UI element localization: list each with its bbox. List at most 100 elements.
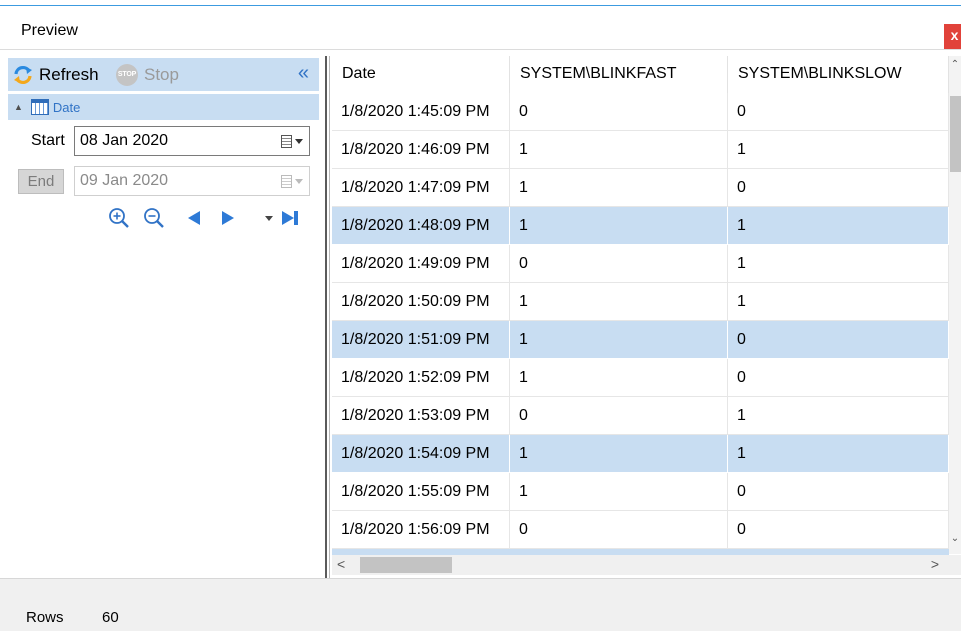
table-row[interactable]: 1/8/2020 1:54:09 PM 1 1 [332, 435, 949, 473]
table-row[interactable]: 1/8/2020 1:52:09 PM 1 0 [332, 359, 949, 397]
blinkslow-cell[interactable]: 0 [728, 511, 949, 548]
table-row[interactable]: 1/8/2020 1:48:09 PM 1 1 [332, 207, 949, 245]
date-cell[interactable]: 1/8/2020 1:47:09 PM [332, 169, 510, 206]
horizontal-scroll-thumb[interactable] [360, 557, 452, 573]
scrollbar-corner [949, 555, 961, 575]
date-cell[interactable]: 1/8/2020 1:55:09 PM [332, 473, 510, 510]
column-header-blinkfast[interactable]: SYSTEM\BLINKFAST [510, 56, 728, 93]
blinkfast-cell[interactable]: 1 [510, 169, 728, 206]
stop-label: Stop [144, 64, 179, 84]
vertical-scroll-thumb[interactable] [950, 96, 961, 172]
date-cell[interactable]: 1/8/2020 1:52:09 PM [332, 359, 510, 396]
rows-label: Rows [26, 609, 64, 626]
zoom-out-icon[interactable] [142, 206, 166, 230]
start-label: Start [31, 132, 65, 149]
blinkslow-cell[interactable]: 1 [728, 207, 949, 244]
status-bar: Rows 60 [0, 578, 961, 631]
blinkslow-cell[interactable]: 0 [728, 473, 949, 510]
start-date-picker[interactable]: 08 Jan 2020 [74, 126, 310, 156]
calendar-icon [30, 99, 49, 115]
date-filter-group[interactable]: ▲ Date [8, 94, 319, 120]
end-date-row: End 09 Jan 2020 [18, 166, 310, 196]
start-date-value: 08 Jan 2020 [80, 132, 169, 149]
table-row[interactable]: 1/8/2020 1:47:09 PM 1 0 [332, 169, 949, 207]
blinkslow-cell[interactable]: 1 [728, 397, 949, 434]
window-title: Preview [21, 22, 78, 39]
date-cell[interactable]: 1/8/2020 1:46:09 PM [332, 131, 510, 168]
refresh-button[interactable]: Refresh [12, 58, 99, 91]
table-row[interactable]: 1/8/2020 1:55:09 PM 1 0 [332, 473, 949, 511]
column-header-blinkslow[interactable]: SYSTEM\BLINKSLOW [728, 56, 949, 93]
start-calendar-dropdown[interactable] [281, 133, 303, 149]
end-toggle-button[interactable]: End [18, 168, 64, 194]
collapse-panel-button[interactable]: « [298, 62, 309, 85]
chevron-down-icon[interactable] [264, 213, 274, 223]
previous-icon[interactable] [185, 209, 203, 227]
rows-count: 60 [102, 609, 119, 626]
blinkslow-cell[interactable]: 0 [728, 93, 949, 130]
blinkfast-cell[interactable]: 1 [510, 321, 728, 358]
table-row[interactable]: 1/8/2020 1:46:09 PM 1 1 [332, 131, 949, 169]
close-button[interactable]: x [944, 24, 961, 49]
blinkfast-cell[interactable]: 1 [510, 359, 728, 396]
date-cell[interactable]: 1/8/2020 1:53:09 PM [332, 397, 510, 434]
date-cell[interactable]: 1/8/2020 1:54:09 PM [332, 435, 510, 472]
end-calendar-dropdown[interactable] [281, 173, 303, 189]
blinkfast-cell[interactable]: 1 [510, 207, 728, 244]
date-cell[interactable]: 1/8/2020 1:56:09 PM [332, 511, 510, 548]
end-date-picker[interactable]: 09 Jan 2020 [74, 166, 310, 196]
blinkfast-cell[interactable]: 0 [510, 511, 728, 548]
blinkslow-cell[interactable]: 1 [728, 435, 949, 472]
start-date-row: Start 08 Jan 2020 [18, 126, 310, 156]
calendar-dropdown-icon [281, 134, 292, 148]
zoom-in-icon[interactable] [107, 206, 131, 230]
date-cell[interactable]: 1/8/2020 1:51:09 PM [332, 321, 510, 358]
blinkfast-cell[interactable]: 1 [510, 283, 728, 320]
date-cell[interactable]: 1/8/2020 1:49:09 PM [332, 245, 510, 282]
stop-icon: STOP [116, 63, 138, 86]
blinkfast-cell[interactable]: 1 [510, 131, 728, 168]
table-row[interactable]: 1/8/2020 1:45:09 PM 0 0 [332, 93, 949, 131]
date-cell[interactable]: 1/8/2020 1:48:09 PM [332, 207, 510, 244]
chevron-down-icon [295, 178, 303, 184]
column-header-date[interactable]: Date [332, 56, 510, 93]
grid-header: Date SYSTEM\BLINKFAST SYSTEM\BLINKSLOW [332, 56, 949, 93]
collapse-triangle-icon[interactable]: ▲ [14, 102, 23, 112]
vertical-scrollbar[interactable]: ⌃ ⌄ [949, 56, 961, 554]
table-row[interactable]: 1/8/2020 1:50:09 PM 1 1 [332, 283, 949, 321]
calendar-dropdown-icon [281, 174, 292, 188]
scroll-right-icon[interactable]: > [931, 556, 939, 572]
blinkslow-cell[interactable]: 0 [728, 169, 949, 206]
blinkslow-cell[interactable]: 1 [728, 131, 949, 168]
date-cell[interactable]: 1/8/2020 1:50:09 PM [332, 283, 510, 320]
panel-splitter[interactable] [325, 56, 330, 578]
table-row[interactable]: 1/8/2020 1:51:09 PM 1 0 [332, 321, 949, 359]
grid-body: 1/8/2020 1:45:09 PM 0 0 1/8/2020 1:46:09 PM… [332, 93, 949, 557]
blinkfast-cell[interactable]: 0 [510, 93, 728, 130]
scroll-down-icon[interactable]: ⌄ [949, 534, 961, 544]
blinkfast-cell[interactable]: 1 [510, 473, 728, 510]
blinkfast-cell[interactable]: 0 [510, 397, 728, 434]
table-row[interactable]: 1/8/2020 1:56:09 PM 0 0 [332, 511, 949, 549]
blinkfast-cell[interactable]: 1 [510, 435, 728, 472]
table-row[interactable]: 1/8/2020 1:49:09 PM 0 1 [332, 245, 949, 283]
title-bar: Preview [0, 6, 961, 50]
refresh-label: Refresh [39, 64, 99, 84]
scroll-up-icon[interactable]: ⌃ [949, 60, 961, 70]
blinkslow-cell[interactable]: 1 [728, 283, 949, 320]
blinkslow-cell[interactable]: 1 [728, 245, 949, 282]
blinkslow-cell[interactable]: 0 [728, 359, 949, 396]
next-icon[interactable] [219, 209, 237, 227]
toolbar: Refresh STOP Stop « [8, 58, 319, 91]
skip-to-end-icon[interactable] [279, 209, 301, 227]
date-cell[interactable]: 1/8/2020 1:45:09 PM [332, 93, 510, 130]
blinkslow-cell[interactable]: 0 [728, 321, 949, 358]
horizontal-scrollbar[interactable]: < > [332, 555, 949, 575]
table-row[interactable]: 1/8/2020 1:53:09 PM 0 1 [332, 397, 949, 435]
scroll-left-icon[interactable]: < [337, 556, 345, 572]
stop-button[interactable]: STOP Stop [116, 58, 179, 91]
navigation-controls [103, 206, 318, 232]
end-date-value: 09 Jan 2020 [80, 172, 169, 189]
chevron-down-icon [295, 138, 303, 144]
blinkfast-cell[interactable]: 0 [510, 245, 728, 282]
